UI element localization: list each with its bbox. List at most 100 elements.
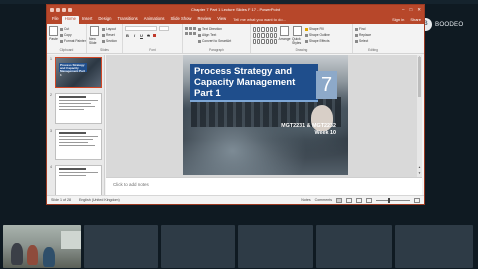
reading-view-icon[interactable] <box>356 197 362 203</box>
replace-button[interactable]: Replace <box>355 33 371 37</box>
tab-design[interactable]: Design <box>95 16 114 24</box>
italic-button[interactable]: I <box>132 33 137 38</box>
room-window <box>61 231 81 249</box>
course-code-box[interactable]: MGT2231 & MGT2232 Week 10 <box>281 123 336 136</box>
arrange-label: Arrange <box>278 37 291 41</box>
language-indicator[interactable]: English (United Kingdom) <box>79 198 120 202</box>
tab-insert[interactable]: Insert <box>79 16 95 24</box>
layout-icon <box>102 27 105 31</box>
font-color-icon[interactable] <box>153 34 156 37</box>
comments-toggle-button[interactable]: Comments <box>315 198 332 202</box>
editing-group: Find Replace Select Editing <box>353 24 393 53</box>
quick-styles-label: Quick Styles <box>292 37 302 45</box>
align-row[interactable] <box>185 32 196 35</box>
participant-tile[interactable] <box>316 225 392 268</box>
participant-tile[interactable] <box>238 225 313 268</box>
format-painter-button[interactable]: Format Painter <box>60 39 86 43</box>
layout-button[interactable]: Layout <box>102 27 117 31</box>
participant-tile[interactable] <box>395 225 473 268</box>
copy-button[interactable]: Copy <box>60 33 86 37</box>
shape-fill-label: Shape Fill <box>309 27 324 31</box>
next-slide-icon[interactable]: ▼ <box>417 171 422 175</box>
arrange-icon <box>280 26 289 36</box>
reset-button[interactable]: Reset <box>102 33 117 37</box>
slideshow-view-icon[interactable] <box>366 197 372 203</box>
thumbnail-slide-3[interactable] <box>55 129 102 160</box>
paste-label: Paste <box>49 37 58 41</box>
section-button[interactable]: Section <box>102 39 117 43</box>
thumbnail-item[interactable]: 2 <box>50 93 102 126</box>
shape-fill-button[interactable]: Shape Fill <box>305 27 330 31</box>
normal-view-icon[interactable] <box>336 197 342 203</box>
zoom-slider[interactable] <box>376 197 410 203</box>
slide-title-box[interactable]: Process Strategy and Capacity Management… <box>190 64 318 102</box>
thumbnail-item[interactable]: 1 Process Strategy and Capacity Manageme… <box>50 57 102 90</box>
week-label: Week 10 <box>314 129 336 136</box>
sign-in-link[interactable]: Sign in <box>392 17 404 22</box>
participant-tile-video[interactable] <box>3 225 81 268</box>
select-label: Select <box>359 39 369 43</box>
font-name-box[interactable] <box>125 26 157 31</box>
previous-slide-icon[interactable]: ▲ <box>417 165 422 169</box>
slide-sorter-icon[interactable] <box>346 197 352 203</box>
convert-smartart-button[interactable]: Convert to SmartArt <box>198 39 231 43</box>
participant-tile[interactable] <box>84 225 158 268</box>
tab-slide-show[interactable]: Slide Show <box>168 16 195 24</box>
zoom-knob[interactable] <box>388 197 390 203</box>
presenter-indicator[interactable]: B BOODEO <box>419 16 475 32</box>
notes-toggle-button[interactable]: Notes <box>301 198 310 202</box>
thumbnail-slide-2[interactable] <box>55 93 102 124</box>
slide-thumbnail-pane: 1 Process Strategy and Capacity Manageme… <box>47 55 105 197</box>
drawing-group: Arrange Quick Styles Shape Fill Shape Ou… <box>251 24 353 53</box>
cut-button[interactable]: Cut <box>60 27 86 31</box>
shapes-gallery[interactable] <box>253 27 277 44</box>
text-direction-label: Text Direction <box>202 27 222 31</box>
tab-transitions[interactable]: Transitions <box>114 16 140 24</box>
notes-pane[interactable]: Click to add notes <box>106 177 422 196</box>
align-center-icon <box>189 32 192 35</box>
window-title: Chapter 7 Part 1 Lecture Slides F 17 - P… <box>191 7 280 12</box>
thumbnail-number: 2 <box>50 93 52 97</box>
new-slide-icon <box>90 26 99 36</box>
font-size-box[interactable] <box>159 26 169 31</box>
bullets-row[interactable] <box>185 27 196 30</box>
thumbnail-slide-1[interactable]: Process Strategy and Capacity Management… <box>55 57 102 88</box>
reset-icon <box>102 33 105 37</box>
thumbnail-number: 4 <box>50 165 52 169</box>
underline-button[interactable]: U <box>139 33 144 38</box>
slide-scrollbar[interactable]: ▲ ▲ ▼ <box>417 55 422 177</box>
participant-person <box>27 245 38 265</box>
tell-me-search[interactable]: Tell me what you want to do... <box>229 17 290 24</box>
shape-effects-label: Shape Effects <box>309 39 330 43</box>
bold-button[interactable]: B <box>125 33 130 38</box>
scrollbar-thumb[interactable] <box>418 57 421 97</box>
current-slide[interactable]: Process Strategy and Capacity Management… <box>183 55 348 175</box>
shape-effects-button[interactable]: Shape Effects <box>305 39 330 43</box>
tab-view[interactable]: View <box>214 16 229 24</box>
thumbnail-item[interactable]: 4 <box>50 165 102 198</box>
course-code: MGT2231 & MGT2232 <box>281 123 336 129</box>
select-button[interactable]: Select <box>355 39 371 43</box>
find-button[interactable]: Find <box>355 27 371 31</box>
shape-outline-button[interactable]: Shape Outline <box>305 33 330 37</box>
editing-group-label: Editing <box>368 48 378 52</box>
numbering-icon <box>189 27 192 30</box>
align-text-button[interactable]: Align Text <box>198 33 231 37</box>
slide-indicator: Slide 1 of 28 <box>51 198 71 202</box>
status-bar: Slide 1 of 28 English (United Kingdom) N… <box>47 195 424 204</box>
thumbnail-slide-4[interactable] <box>55 165 102 196</box>
thumbnail-item[interactable]: 3 <box>50 129 102 162</box>
indent-icon <box>193 27 196 30</box>
tab-review[interactable]: Review <box>194 16 214 24</box>
tab-file[interactable]: File <box>49 16 62 24</box>
tab-home[interactable]: Home <box>61 16 79 24</box>
text-direction-button[interactable]: Text Direction <box>198 27 231 31</box>
tab-animations[interactable]: Animations <box>141 16 168 24</box>
share-button[interactable]: Share <box>410 17 421 22</box>
fit-to-window-icon[interactable] <box>414 197 420 203</box>
thumbnail-title: Process Strategy and Capacity Management… <box>59 63 87 77</box>
strikethrough-button[interactable]: S <box>146 33 151 38</box>
participant-tile[interactable] <box>161 225 235 268</box>
bullets-icon <box>185 27 188 30</box>
reset-label: Reset <box>106 33 115 37</box>
